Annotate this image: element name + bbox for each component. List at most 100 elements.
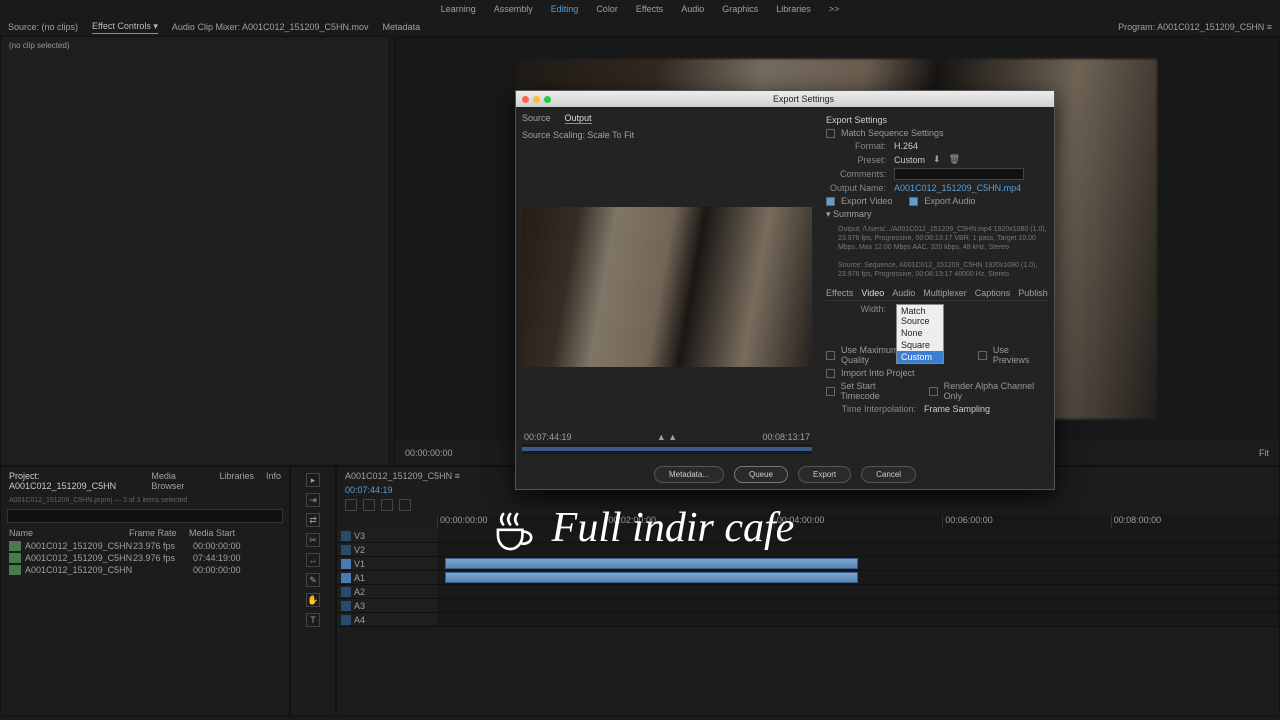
max-quality-checkbox[interactable] [826, 351, 835, 360]
bin-row[interactable]: A001C012_151209_C5HN23.976 fps00:00:00:0… [1, 540, 289, 552]
tab-metadata[interactable]: Metadata [383, 22, 421, 32]
import-project-checkbox[interactable] [826, 369, 835, 378]
subtab-effects[interactable]: Effects [826, 288, 853, 298]
info-tab[interactable]: Info [266, 471, 281, 491]
export-preview-frame [522, 207, 812, 367]
project-columns: Name Frame Rate Media Start [1, 526, 289, 540]
ws-editing[interactable]: Editing [551, 4, 579, 14]
bin-row[interactable]: A001C012_151209_C5HN.mov23.976 fps07:44:… [1, 552, 289, 564]
slip-tool[interactable]: ↔ [306, 553, 320, 567]
dialog-title: Export Settings [559, 94, 1048, 104]
linked-sel-icon[interactable] [363, 499, 375, 511]
opt-match[interactable]: Match Source [897, 305, 943, 327]
scaling-dropdown[interactable]: Scale To Fit [587, 130, 634, 140]
ws-libraries[interactable]: Libraries [776, 4, 811, 14]
libraries-tab[interactable]: Libraries [219, 471, 254, 491]
export-audio-checkbox[interactable] [909, 197, 918, 206]
opt-square[interactable]: Square [897, 339, 943, 351]
track-v3[interactable]: V3 [337, 529, 437, 543]
hand-tool[interactable]: ✋ [306, 593, 320, 607]
output-name-link[interactable]: A001C012_151209_C5HN.mp4 [894, 183, 1021, 193]
comments-field[interactable] [894, 168, 1024, 180]
subtab-mux[interactable]: Multiplexer [923, 288, 967, 298]
minimize-icon[interactable] [533, 96, 540, 103]
format-dropdown[interactable]: H.264 [894, 141, 918, 151]
export-button[interactable]: Export [798, 466, 851, 483]
export-scrubber[interactable] [522, 444, 812, 454]
preset-dropdown[interactable]: Custom [894, 155, 925, 165]
subtab-captions[interactable]: Captions [975, 288, 1011, 298]
export-tc-in[interactable]: 00:07:44:19 [524, 432, 572, 442]
col-name[interactable]: Name [9, 528, 129, 538]
bin-row[interactable]: A001C012_151209_C5HN.wav00:00:00:00 [1, 564, 289, 576]
track-select-tool[interactable]: ⇥ [306, 493, 320, 507]
project-search[interactable] [7, 509, 283, 523]
track-a4[interactable]: A4 [337, 613, 437, 627]
track-lanes[interactable] [437, 529, 1279, 715]
export-tab-source[interactable]: Source [522, 113, 551, 124]
program-fit[interactable]: Fit [1259, 448, 1269, 458]
dialog-button-row: Metadata... Queue Export Cancel [516, 460, 1054, 489]
close-icon[interactable] [522, 96, 529, 103]
subtab-audio[interactable]: Audio [892, 288, 915, 298]
track-a2[interactable]: A2 [337, 585, 437, 599]
tab-program-title[interactable]: Program: A001C012_151209_C5HN ≡ [1118, 22, 1272, 32]
subtab-publish[interactable]: Publish [1018, 288, 1048, 298]
col-mediastart[interactable]: Media Start [189, 528, 249, 538]
export-settings-dialog: Export Settings Source Output Source Sca… [515, 90, 1055, 490]
ws-learning[interactable]: Learning [441, 4, 476, 14]
marker-icon[interactable] [381, 499, 393, 511]
tab-audio-mixer[interactable]: Audio Clip Mixer: A001C012_151209_C5HN.m… [172, 22, 369, 32]
selection-tool[interactable]: ▸ [306, 473, 320, 487]
export-tc-out[interactable]: 00:08:13:17 [762, 432, 810, 442]
ws-assembly[interactable]: Assembly [494, 4, 533, 14]
opt-custom[interactable]: Custom [897, 351, 943, 363]
sequence-tab[interactable]: A001C012_151209_C5HN ≡ [345, 471, 460, 481]
start-tc-checkbox[interactable] [826, 387, 835, 396]
type-tool[interactable]: T [306, 613, 320, 627]
snap-icon[interactable] [345, 499, 357, 511]
video-clip[interactable] [445, 558, 858, 569]
queue-button[interactable]: Queue [734, 466, 788, 483]
settings-icon[interactable] [399, 499, 411, 511]
pixel-aspect-dropdown-menu: Match Source None Square Custom [896, 304, 944, 364]
track-v2[interactable]: V2 [337, 543, 437, 557]
project-tab[interactable]: Project: A001C012_151209_C5HN [9, 471, 139, 491]
tab-effect-controls[interactable]: Effect Controls ▾ [92, 21, 158, 34]
ws-graphics[interactable]: Graphics [722, 4, 758, 14]
save-preset-icon[interactable]: ⬇ [933, 154, 941, 165]
dialog-titlebar[interactable]: Export Settings [516, 91, 1054, 107]
metadata-button[interactable]: Metadata... [654, 466, 724, 483]
ws-color[interactable]: Color [596, 4, 618, 14]
time-ruler[interactable]: 00:00:00:00 00:02:00:00 00:04:00:00 00:0… [437, 515, 1279, 529]
export-settings-header: Export Settings [826, 115, 1048, 125]
summary-toggle[interactable]: ▾ Summary [826, 209, 1048, 220]
media-browser-tab[interactable]: Media Browser [151, 471, 207, 491]
tab-source[interactable]: Source: (no clips) [8, 22, 78, 32]
subtab-video[interactable]: Video [861, 288, 884, 298]
match-sequence-checkbox[interactable] [826, 129, 835, 138]
effect-controls-empty: (no clip selected) [1, 37, 389, 54]
cancel-button[interactable]: Cancel [861, 466, 916, 483]
clip-icon [9, 553, 21, 563]
opt-none[interactable]: None [897, 327, 943, 339]
track-a3[interactable]: A3 [337, 599, 437, 613]
ws-overflow[interactable]: >> [829, 4, 840, 14]
track-v1[interactable]: V1 [337, 557, 437, 571]
export-video-checkbox[interactable] [826, 197, 835, 206]
col-framerate[interactable]: Frame Rate [129, 528, 189, 538]
zoom-icon[interactable] [544, 96, 551, 103]
delete-preset-icon[interactable]: 🗑 [949, 154, 960, 165]
timeline-panel: A001C012_151209_C5HN ≡ 00:07:44:19 00:00… [336, 466, 1280, 716]
ws-effects[interactable]: Effects [636, 4, 663, 14]
use-previews-checkbox[interactable] [978, 351, 987, 360]
razor-tool[interactable]: ✂ [306, 533, 320, 547]
ws-audio[interactable]: Audio [681, 4, 704, 14]
pen-tool[interactable]: ✎ [306, 573, 320, 587]
track-a1[interactable]: A1 [337, 571, 437, 585]
audio-clip[interactable] [445, 572, 858, 583]
ripple-tool[interactable]: ⇄ [306, 513, 320, 527]
interp-dropdown[interactable]: Frame Sampling [924, 404, 990, 414]
alpha-only-checkbox[interactable] [929, 387, 938, 396]
export-tab-output[interactable]: Output [565, 113, 592, 124]
